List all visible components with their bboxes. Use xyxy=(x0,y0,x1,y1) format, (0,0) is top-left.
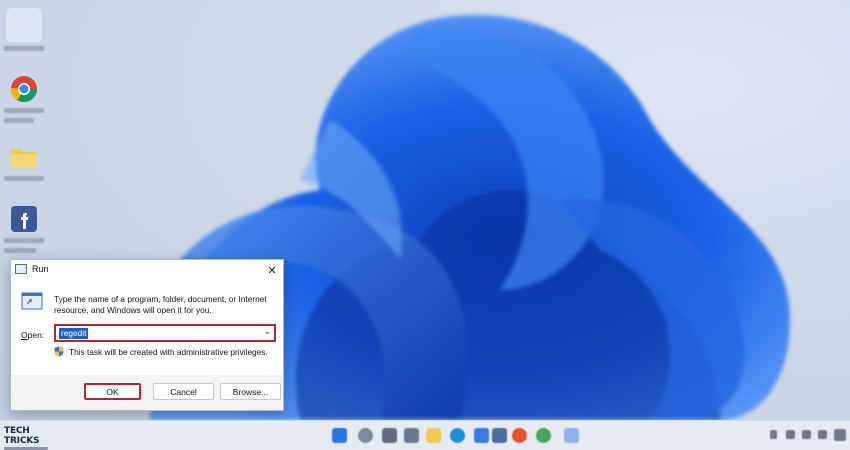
desktop-icon-label xyxy=(4,176,44,181)
desktop-icon-chrome[interactable] xyxy=(6,72,42,106)
mail-icon[interactable] xyxy=(492,428,507,443)
desktop-icon-recycle-bin[interactable] xyxy=(6,8,42,42)
run-title-icon xyxy=(15,264,27,274)
run-taskbar-icon[interactable] xyxy=(564,428,579,443)
volume-icon[interactable] xyxy=(802,430,811,439)
brand-name: TECH TRICKS xyxy=(4,426,40,446)
cancel-button[interactable]: Cancel xyxy=(153,383,214,400)
desktop-icon-label xyxy=(4,108,44,113)
open-input[interactable]: regedit xyxy=(59,328,89,339)
desktop-icon-label xyxy=(4,248,36,253)
folder-icon xyxy=(11,149,37,168)
open-combobox[interactable]: regedit ⌄ xyxy=(54,324,276,342)
run-icon xyxy=(21,292,43,310)
app-icon[interactable] xyxy=(512,428,527,443)
desktop-icon-label xyxy=(4,118,34,123)
task-view-icon[interactable] xyxy=(382,428,397,443)
taskbar xyxy=(0,420,850,450)
search-icon[interactable] xyxy=(358,428,373,443)
watermark: TECH TRICKS xyxy=(4,426,60,450)
chrome-icon xyxy=(10,76,38,103)
run-dialog: Run ✕ Type the name of a program, folder… xyxy=(10,259,284,411)
edge-icon[interactable] xyxy=(450,428,465,443)
browse-button[interactable]: Browse... xyxy=(220,383,281,400)
open-label-text: pen: xyxy=(27,330,45,340)
dialog-title: Run xyxy=(32,264,49,274)
file-explorer-icon[interactable] xyxy=(426,428,441,443)
chrome-taskbar-icon[interactable] xyxy=(536,428,551,443)
facebook-icon xyxy=(11,206,37,232)
open-label: Open: xyxy=(21,330,44,340)
chevron-down-icon[interactable]: ⌄ xyxy=(263,327,271,337)
wifi-icon[interactable] xyxy=(786,430,795,439)
start-icon[interactable] xyxy=(332,428,347,443)
battery-icon[interactable] xyxy=(818,430,827,439)
store-icon[interactable] xyxy=(474,428,489,443)
desktop-icon-label xyxy=(4,238,44,243)
titlebar[interactable]: Run ✕ xyxy=(11,260,283,280)
open-label-accelerator: O xyxy=(21,330,28,340)
admin-privileges-note: This task will be created with administr… xyxy=(69,347,268,357)
ok-button[interactable]: OK xyxy=(84,383,141,400)
close-icon[interactable]: ✕ xyxy=(261,260,283,280)
widgets-icon[interactable] xyxy=(404,428,419,443)
dialog-description: Type the name of a program, folder, docu… xyxy=(54,294,267,315)
desktop-icon-facebook[interactable] xyxy=(6,202,42,236)
dialog-body: Type the name of a program, folder, docu… xyxy=(11,280,283,375)
uac-shield-icon xyxy=(54,346,64,357)
desktop-icon-label xyxy=(4,46,44,51)
chevron-up-icon[interactable] xyxy=(770,430,777,439)
clock[interactable] xyxy=(834,429,846,441)
desktop-icon-folder[interactable] xyxy=(6,140,42,174)
